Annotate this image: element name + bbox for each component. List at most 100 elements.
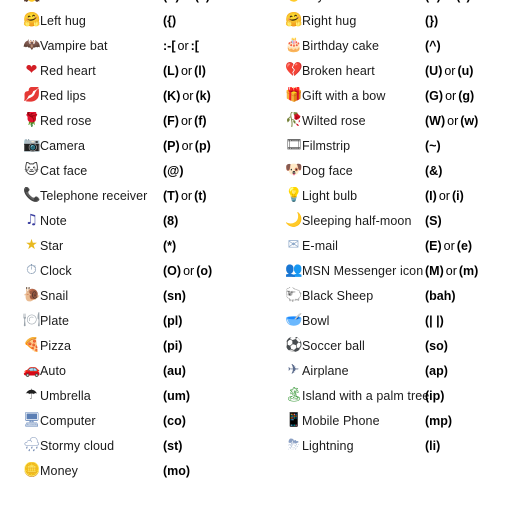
emoticon-name: Telephone receiver — [40, 188, 148, 203]
shortcut-code-token: (k) — [195, 88, 211, 103]
shortcut-code-token: (^) — [425, 38, 441, 53]
emoticon-shortcut: (P) or (p) — [163, 133, 262, 158]
emoticon-name: Vampire bat — [40, 38, 108, 53]
shortcut-code-token: (t) — [194, 188, 207, 203]
emoticon-name: Lightning — [302, 438, 354, 453]
emoticon-icon-cell: 💡 — [262, 183, 302, 208]
emoticon-name: Money — [40, 463, 79, 478]
broken-heart-icon: 💔 — [285, 61, 302, 78]
gift-with-bow-icon: 🎁 — [285, 86, 302, 103]
code-separator: or — [444, 63, 456, 78]
emoticon-icon-cell: 💔 — [262, 58, 302, 83]
shortcut-code-token: (pi) — [163, 338, 183, 353]
umbrella-icon: ☂ — [25, 386, 38, 403]
shortcut-code-token: (bah) — [425, 288, 456, 303]
code-separator: or — [441, 0, 456, 3]
emoticon-icon-cell: 🥣 — [262, 308, 302, 333]
emoticon-shortcut: (co) — [163, 408, 262, 433]
emoticon-icon-cell: 🌹 — [0, 108, 40, 133]
emoticon-name: Soccer ball — [302, 338, 365, 353]
table-row: 🐌 Snail (sn) 🐑 Black Sheep (bah) — [0, 283, 524, 308]
emoticon-shortcut: (8) — [163, 208, 262, 233]
emoticon-name: MSN Messenger icon — [302, 263, 424, 278]
emoticon-name: Clock — [40, 263, 72, 278]
shortcut-code-token: (so) — [425, 338, 448, 353]
emoticon-icon-cell: 🐱 — [0, 158, 40, 183]
clock-icon: ⏱ — [26, 261, 37, 278]
emoticon-icon-cell: 💋 — [0, 83, 40, 108]
emoticon-name: Birthday cake — [302, 38, 380, 53]
red-lips-icon: 💋 — [23, 86, 40, 103]
table-row: 🚗 Auto (au) ✈ Airplane (ap) — [0, 358, 524, 383]
emoticon-shortcut: (~) — [425, 133, 524, 158]
emoticon-icon-cell: ❤ — [0, 58, 40, 83]
right-hug-icon: 🤗 — [285, 11, 302, 28]
red-heart-icon: ❤ — [25, 61, 38, 78]
computer-icon: 🖥 — [23, 411, 40, 428]
snail-icon: 🐌 — [23, 286, 40, 303]
emoticon-name: Camera — [40, 138, 86, 153]
shortcut-code-token: (K) — [163, 88, 181, 103]
emoticon-icon-cell: 🐌 — [0, 283, 40, 308]
shortcut-code-token: (o) — [196, 263, 213, 278]
emoticon-icon-cell: ☂ — [0, 383, 40, 408]
emoticon-shortcut: (au) — [163, 358, 262, 383]
emoticon-icon-cell: 🦇 — [0, 33, 40, 58]
emoticon-shortcut: (bah) — [425, 283, 524, 308]
birthday-cake-icon: 🎂 — [285, 36, 302, 53]
emoticon-icon-cell: ⛈ — [262, 433, 302, 458]
emoticon-shortcut: (um) — [163, 383, 262, 408]
table-row: 🌧 Stormy cloud (st) ⛈ Lightning (li) — [0, 433, 524, 458]
table-row: ☂ Umbrella (um) 🏝 Island with a palm tree (ip… — [0, 383, 524, 408]
shortcut-code-token: (co) — [163, 413, 186, 428]
emoticon-icon-cell: 🎁 — [262, 83, 302, 108]
shortcut-code-token: (p) — [194, 138, 211, 153]
shortcut-code-token: (mp) — [425, 413, 453, 428]
emoticon-shortcut: (}) — [425, 8, 524, 33]
emoticon-name: Bowl — [302, 313, 330, 328]
star-icon: ★ — [25, 236, 38, 253]
table-row: 🖥 Computer (co) 📱 Mobile Phone (mp) — [0, 408, 524, 433]
emoticon-name: Black Sheep — [302, 288, 374, 303]
girl-icon: 👧 — [23, 0, 40, 4]
emoticon-icon-cell: 🌙 — [262, 208, 302, 233]
emoticon-icon-cell: 🍽 — [0, 308, 40, 333]
soccer-ball-icon: ⚽ — [285, 336, 302, 353]
shortcut-code-token: (@) — [163, 163, 184, 178]
emoticon-icon-cell: 🎞 — [262, 133, 302, 158]
shortcut-code-token: (W) — [425, 113, 446, 128]
code-separator: or — [443, 238, 455, 253]
note-icon: ♫ — [25, 211, 38, 228]
shortcut-code-token: (pl) — [163, 313, 183, 328]
emoticon-name: Snail — [40, 288, 69, 303]
emoticon-shortcut: (&) — [425, 158, 524, 183]
emoticon-shortcut: :-[or:[ — [163, 33, 262, 58]
emoticon-name: Left hug — [40, 13, 86, 28]
plate-icon: 🍽 — [23, 311, 40, 328]
camera-icon: 📷 — [23, 136, 40, 153]
emoticon-name: Broken heart — [302, 63, 375, 78]
shortcut-code-token: (}) — [425, 13, 439, 28]
shortcut-code-token: ({) — [163, 13, 177, 28]
table-row: 🪙 Money (mo) — [0, 458, 524, 483]
shortcut-code-token: (P) — [163, 138, 180, 153]
code-separator: or — [445, 263, 457, 278]
code-separator: or — [447, 113, 459, 128]
sleeping-half-moon-icon: 🌙 — [285, 211, 302, 228]
code-separator: or — [180, 0, 195, 3]
shortcut-code-token: (u) — [457, 63, 474, 78]
emoticon-icon-cell: 🐑 — [262, 283, 302, 308]
table-row: 📷 Camera (P) or (p) 🎞 Filmstrip (~) — [0, 133, 524, 158]
shortcut-code-token: (F) — [163, 113, 179, 128]
emoticon-shortcut: (G) or (g) — [425, 83, 524, 108]
emoticon-shortcut: (U) or (u) — [425, 58, 524, 83]
emoticon-sheet: 👧Girl(X)or(x)👦Boy(Z)or(z)🤗Left hug({)🤗Ri… — [0, 0, 524, 483]
table-row: 🦇 Vampire bat :-[or:[ 🎂 Birthday cake (^) — [0, 33, 524, 58]
telephone-receiver-icon: 📞 — [23, 186, 40, 203]
emoticon-name: Dog face — [302, 163, 353, 178]
vampire-bat-icon: 🦇 — [23, 36, 40, 53]
filmstrip-icon: 🎞 — [285, 136, 302, 153]
emoticon-name: Gift with a bow — [302, 88, 386, 103]
stormy-cloud-icon: 🌧 — [23, 436, 40, 453]
emoticon-name: Cat face — [40, 163, 88, 178]
